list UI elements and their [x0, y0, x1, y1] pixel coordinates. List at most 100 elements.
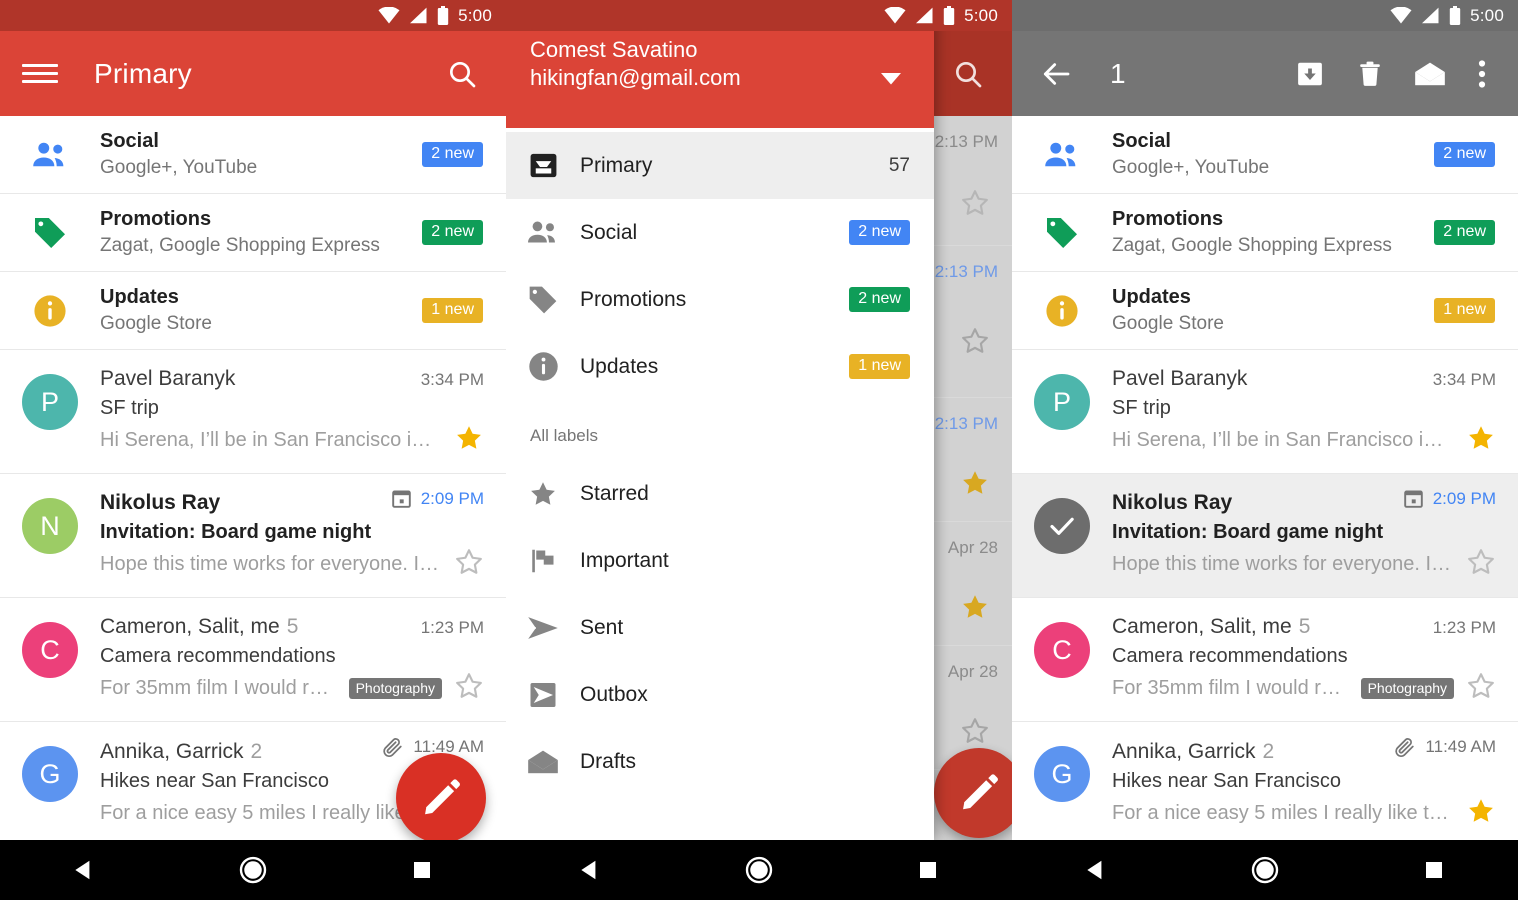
mail-snippet: For 35mm film I would re…	[100, 677, 339, 700]
arrow-back-icon[interactable]	[1026, 44, 1086, 104]
drawer-item-drafts[interactable]: Drafts	[506, 728, 934, 795]
nav-recents-button[interactable]	[898, 840, 958, 900]
back-triangle-icon	[581, 860, 596, 880]
nav-home-button[interactable]	[1235, 840, 1295, 900]
avatar-selected-checkmark[interactable]	[1034, 498, 1090, 554]
drawer-item-label: Important	[580, 548, 669, 572]
category-title: Updates	[100, 286, 179, 309]
avatar[interactable]: G	[1034, 746, 1090, 802]
mail-sender: Pavel Baranyk	[100, 367, 236, 390]
star-icon	[506, 479, 580, 509]
status-badge: 1 new	[422, 298, 483, 323]
nav-back-button[interactable]	[560, 840, 620, 900]
nav-back-button[interactable]	[1066, 840, 1126, 900]
account-name: Comest Savatino	[530, 36, 698, 62]
star-icon-filled[interactable]	[1454, 796, 1504, 831]
compose-fab-button[interactable]	[396, 753, 486, 843]
outbox-icon	[506, 680, 580, 710]
search-icon[interactable]	[938, 44, 998, 104]
table-row[interactable]: C Cameron, Salit, me 5 1:23 PM Camera re…	[1012, 598, 1518, 722]
delete-button[interactable]	[1340, 44, 1400, 104]
attachment-icon	[383, 738, 403, 758]
drawer-item-promotions[interactable]: Promotions 2 new	[506, 266, 934, 333]
star-icon-outline[interactable]	[1454, 547, 1504, 582]
mail-thread-count: 2	[250, 740, 263, 763]
category-title: Updates	[1112, 286, 1191, 309]
pencil-compose-icon	[425, 779, 460, 815]
mail-subject: SF trip	[1112, 397, 1171, 420]
hamburger-menu-icon[interactable]	[22, 59, 66, 88]
mail-sender: Nikolus Ray	[1112, 491, 1233, 514]
nav-home-button[interactable]	[729, 840, 789, 900]
panel-selection-mode: 5:00 1 Social Google+, YouTube 2 new Pro…	[1012, 0, 1518, 900]
home-circle-icon	[745, 856, 773, 884]
drawer-item-social[interactable]: Social 2 new	[506, 199, 934, 266]
avatar[interactable]: N	[22, 498, 78, 554]
mail-snippet: Hope this time works for everyone. I’m…	[1112, 553, 1454, 576]
status-bar: 5:00	[506, 0, 1012, 31]
status-badge: 2 new	[1434, 220, 1495, 245]
nav-back-button[interactable]	[54, 840, 114, 900]
table-row[interactable]: N Nikolus Ray 2:09 PM Invitation: Board …	[0, 474, 506, 598]
android-nav-bar	[1012, 840, 1518, 900]
star-icon-outline[interactable]	[1454, 671, 1504, 706]
table-row[interactable]: G Annika, Garrick 2 11:49 AM Hikes near …	[1012, 722, 1518, 846]
star-icon-outline	[960, 326, 990, 361]
mail-snippet: For a nice easy 5 miles I really like th…	[100, 802, 442, 825]
star-icon-filled	[960, 468, 990, 503]
overflow-menu-button[interactable]	[1460, 44, 1504, 104]
star-icon-filled[interactable]	[1454, 423, 1504, 458]
table-row[interactable]: P Pavel Baranyk 3:34 PM SF trip Hi Seren…	[1012, 350, 1518, 474]
category-row-promotions[interactable]: Promotions Zagat, Google Shopping Expres…	[0, 194, 506, 272]
avatar[interactable]: G	[22, 746, 78, 802]
category-subtitle: Zagat, Google Shopping Express	[100, 235, 380, 257]
table-row-selected[interactable]: Nikolus Ray 2:09 PM Invitation: Board ga…	[1012, 474, 1518, 598]
category-row-updates[interactable]: Updates Google Store 1 new	[1012, 272, 1518, 350]
home-circle-icon	[239, 856, 267, 884]
table-row[interactable]: C Cameron, Salit, me 5 1:23 PM Camera re…	[0, 598, 506, 722]
nav-home-button[interactable]	[223, 840, 283, 900]
mail-snippet: For 35mm film I would re…	[1112, 677, 1351, 700]
table-row[interactable]: P Pavel Baranyk 3:34 PM SF trip Hi Seren…	[0, 350, 506, 474]
category-row-social[interactable]: Social Google+, YouTube 2 new	[0, 116, 506, 194]
drawer-item-starred[interactable]: Starred	[506, 460, 934, 527]
avatar[interactable]: C	[1034, 622, 1090, 678]
archive-button[interactable]	[1280, 44, 1340, 104]
mark-read-button[interactable]	[1400, 44, 1460, 104]
category-row-updates[interactable]: Updates Google Store 1 new	[0, 272, 506, 350]
avatar[interactable]: P	[1034, 374, 1090, 430]
drawer-item-primary[interactable]: Primary 57	[506, 132, 934, 199]
mail-time: 2:09 PM	[420, 488, 484, 508]
drawer-item-important[interactable]: Important	[506, 527, 934, 594]
category-row-social[interactable]: Social Google+, YouTube 2 new	[1012, 116, 1518, 194]
status-badge: 2 new	[849, 220, 910, 245]
nav-recents-button[interactable]	[392, 840, 452, 900]
star-icon-outline[interactable]	[442, 671, 492, 706]
mail-time: 2:13 PM	[934, 262, 998, 281]
drawer-item-sent[interactable]: Sent	[506, 594, 934, 661]
nav-recents-button[interactable]	[1404, 840, 1464, 900]
battery-icon	[943, 6, 955, 25]
drawer-item-outbox[interactable]: Outbox	[506, 661, 934, 728]
chevron-down-icon[interactable]	[880, 72, 902, 91]
mail-snippet: For a nice easy 5 miles I really like th…	[1112, 802, 1454, 825]
battery-icon	[1449, 6, 1461, 25]
recents-square-icon	[413, 862, 430, 878]
status-time: 5:00	[1470, 5, 1504, 25]
mail-thread-count: 2	[1262, 740, 1275, 763]
search-icon[interactable]	[432, 44, 492, 104]
star-icon-filled[interactable]	[442, 423, 492, 458]
status-badge: 1 new	[849, 354, 910, 379]
category-row-promotions[interactable]: Promotions Zagat, Google Shopping Expres…	[1012, 194, 1518, 272]
mail-thread-count: 5	[286, 615, 299, 638]
drawer-item-updates[interactable]: Updates 1 new	[506, 333, 934, 400]
star-icon-outline	[960, 716, 990, 751]
mail-time: Apr 28	[947, 538, 998, 557]
wifi-icon	[378, 7, 400, 24]
star-icon-outline[interactable]	[442, 547, 492, 582]
inbox-icon	[506, 150, 580, 181]
avatar[interactable]: P	[22, 374, 78, 430]
drawer-item-label: Updates	[580, 354, 659, 378]
mail-snippet: Hope this time works for everyone. I’m…	[100, 553, 442, 576]
avatar[interactable]: C	[22, 622, 78, 678]
